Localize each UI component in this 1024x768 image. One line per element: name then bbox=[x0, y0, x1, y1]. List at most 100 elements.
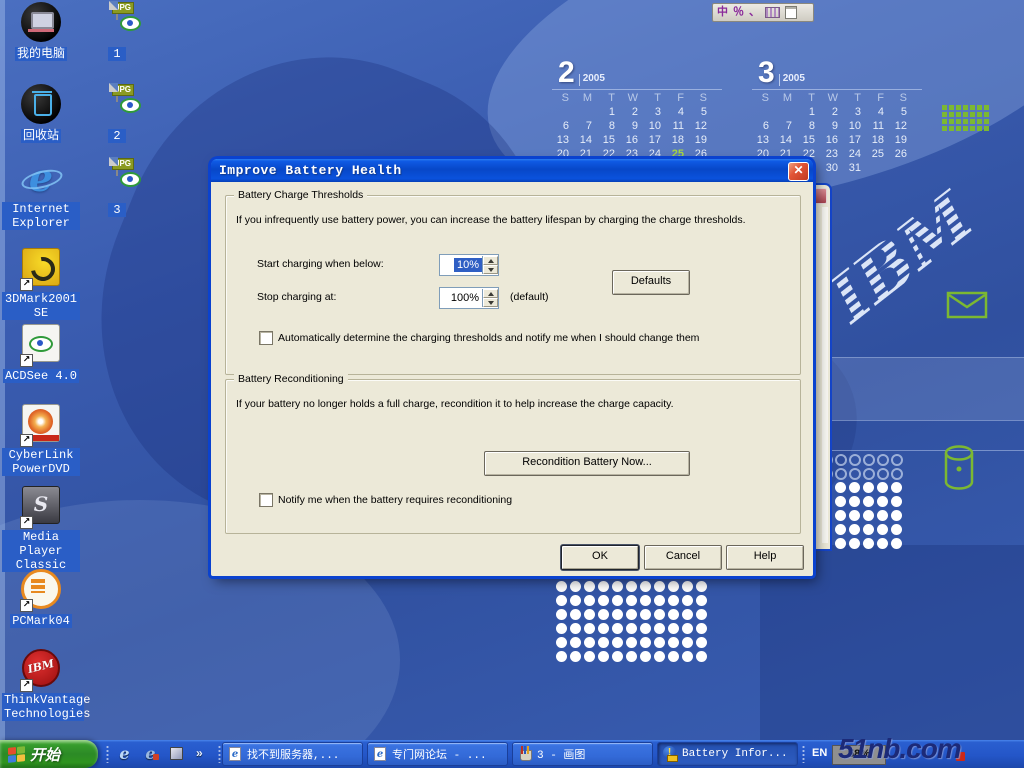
dot bbox=[654, 581, 665, 592]
dot bbox=[891, 510, 902, 521]
cancel-button[interactable]: Cancel bbox=[644, 545, 722, 570]
desktop-icon-jpg-1[interactable]: JPG1 bbox=[92, 2, 142, 62]
dot bbox=[570, 637, 581, 648]
battery-meter[interactable]: 58% bbox=[832, 745, 886, 765]
close-button[interactable]: ✕ bbox=[788, 162, 809, 181]
desktop-icon-label: 3 bbox=[108, 203, 125, 217]
auto-determine-label[interactable]: Automatically determine the charging thr… bbox=[278, 332, 699, 344]
desktop-icon-media-player-classic[interactable]: S↗Media Player Classic bbox=[2, 484, 80, 573]
calendar-date: 18 bbox=[667, 133, 690, 147]
calendar-date bbox=[890, 161, 913, 175]
taskbar-task-button[interactable]: e专门网论坛 - ... bbox=[367, 742, 508, 766]
dot bbox=[654, 651, 665, 662]
ok-button[interactable]: OK bbox=[561, 545, 639, 570]
dot-pattern bbox=[556, 581, 710, 665]
calendar-date: 14 bbox=[775, 133, 798, 147]
start-button[interactable]: 开始 bbox=[0, 740, 98, 768]
envelope-icon bbox=[946, 290, 988, 320]
calendar-date bbox=[552, 105, 575, 119]
browser-quicklaunch-icon[interactable]: e bbox=[142, 745, 159, 762]
desktop-icon-pcmark04[interactable]: ↗PCMark04 bbox=[2, 566, 80, 629]
ime-language-icon[interactable]: 中 bbox=[717, 5, 728, 20]
internet-explorer-icon: e bbox=[20, 158, 62, 200]
desktop-icon-recycle-bin[interactable]: 回收站 bbox=[2, 84, 80, 144]
calendar-date: 15 bbox=[598, 133, 621, 147]
desktop-icon-3dmark2001-se[interactable]: ↗3DMark2001 SE bbox=[2, 246, 80, 321]
dot bbox=[835, 454, 847, 466]
desktop-icon-my-computer[interactable]: 我的电脑 bbox=[2, 2, 80, 62]
ime-width-icon[interactable]: ％ bbox=[733, 5, 744, 20]
thinkvantage-technologies-icon: IBM↗ bbox=[20, 649, 62, 691]
dot bbox=[612, 637, 623, 648]
taskbar-task-active[interactable]: !Battery Infor... bbox=[657, 742, 798, 766]
stop-charging-value[interactable]: 100% bbox=[448, 291, 482, 305]
start-label: 开始 bbox=[30, 744, 60, 765]
dot bbox=[849, 454, 861, 466]
dot bbox=[612, 581, 623, 592]
defaults-button[interactable]: Defaults bbox=[612, 270, 690, 295]
dot bbox=[696, 609, 707, 620]
spin-up-button[interactable] bbox=[483, 256, 498, 265]
desktop-icon-acdsee-4-0[interactable]: ↗ACDSee 4.0 bbox=[2, 322, 80, 384]
desktop-icon-internet-explorer[interactable]: eInternet Explorer bbox=[2, 158, 80, 231]
auto-determine-checkbox[interactable] bbox=[259, 331, 273, 345]
dot bbox=[668, 595, 679, 606]
dot bbox=[682, 651, 693, 662]
show-desktop-icon[interactable] bbox=[168, 745, 185, 762]
spin-up-button[interactable] bbox=[483, 289, 498, 298]
calendar-month-number: 2 bbox=[558, 60, 575, 86]
taskbar-task-button[interactable]: 3 - 画图 bbox=[512, 742, 653, 766]
dot bbox=[835, 538, 846, 549]
ime-punctuation-icon[interactable]: 、 bbox=[749, 5, 760, 20]
dot bbox=[598, 623, 609, 634]
task-buttons: e找不到服务器,...e专门网论坛 - ...3 - 画图!Battery In… bbox=[222, 742, 798, 766]
dot bbox=[556, 651, 567, 662]
notify-reconditioning-checkbox[interactable] bbox=[259, 493, 273, 507]
calendar-date: 6 bbox=[552, 119, 575, 133]
grid-cell bbox=[956, 126, 961, 131]
grid-cell bbox=[963, 119, 968, 124]
ie-page-icon: e bbox=[372, 746, 388, 762]
dot bbox=[612, 651, 623, 662]
calendar-month: 32005SMTWTFS1234567891011121314151617181… bbox=[752, 56, 922, 175]
dot bbox=[668, 637, 679, 648]
calendar-date: 17 bbox=[644, 133, 667, 147]
ime-language-bar[interactable]: 中 ％ 、 bbox=[712, 3, 814, 22]
desktop-icon-label: 1 bbox=[108, 47, 125, 61]
spin-down-button[interactable] bbox=[483, 265, 498, 274]
dot-pattern bbox=[821, 454, 905, 552]
tray-status-icon[interactable] bbox=[956, 752, 965, 761]
start-charging-spinner[interactable]: 10% bbox=[439, 254, 499, 276]
dot bbox=[696, 581, 707, 592]
wallpaper-line bbox=[822, 450, 1024, 451]
calendar-day-header: S bbox=[752, 91, 775, 105]
my-computer-icon bbox=[20, 2, 62, 44]
taskbar-task-button[interactable]: e找不到服务器,... bbox=[222, 742, 363, 766]
calendar-day-header: M bbox=[575, 91, 598, 105]
quick-launch-chevron[interactable]: » bbox=[196, 745, 213, 762]
desktop-icon-jpg-2[interactable]: JPG2 bbox=[92, 84, 142, 144]
recondition-battery-now-button[interactable]: Recondition Battery Now... bbox=[484, 451, 690, 476]
calendar-date: 14 bbox=[575, 133, 598, 147]
stop-charging-spinner[interactable]: 100% bbox=[439, 287, 499, 309]
start-charging-value[interactable]: 10% bbox=[454, 258, 482, 272]
charge-description: If you infrequently use battery power, y… bbox=[236, 214, 746, 226]
internet-explorer-quicklaunch-icon[interactable]: e bbox=[116, 745, 133, 762]
dot bbox=[877, 538, 888, 549]
desktop-icon-cyberlink-powerdvd[interactable]: ↗CyberLink PowerDVD bbox=[2, 402, 80, 477]
calendar-day-header: S bbox=[690, 91, 713, 105]
help-button[interactable]: Help bbox=[726, 545, 804, 570]
notify-reconditioning-label[interactable]: Notify me when the battery requires reco… bbox=[278, 494, 512, 506]
desktop-icon-thinkvantage-technologies[interactable]: IBM↗ThinkVantage Technologies bbox=[2, 646, 80, 722]
dot bbox=[584, 581, 595, 592]
spin-down-button[interactable] bbox=[483, 298, 498, 307]
dialog-titlebar[interactable]: Improve Battery Health ✕ bbox=[211, 159, 813, 182]
language-indicator[interactable]: EN bbox=[812, 747, 827, 759]
calendar-day-header: T bbox=[844, 91, 867, 105]
grid-cell bbox=[942, 126, 947, 131]
ime-menu-icon[interactable] bbox=[785, 6, 797, 19]
desktop-icon-jpg-3[interactable]: JPG3 bbox=[92, 158, 142, 218]
ime-keyboard-icon[interactable] bbox=[765, 7, 780, 18]
calendar-day-header: W bbox=[621, 91, 644, 105]
calendar-date: 13 bbox=[752, 133, 775, 147]
